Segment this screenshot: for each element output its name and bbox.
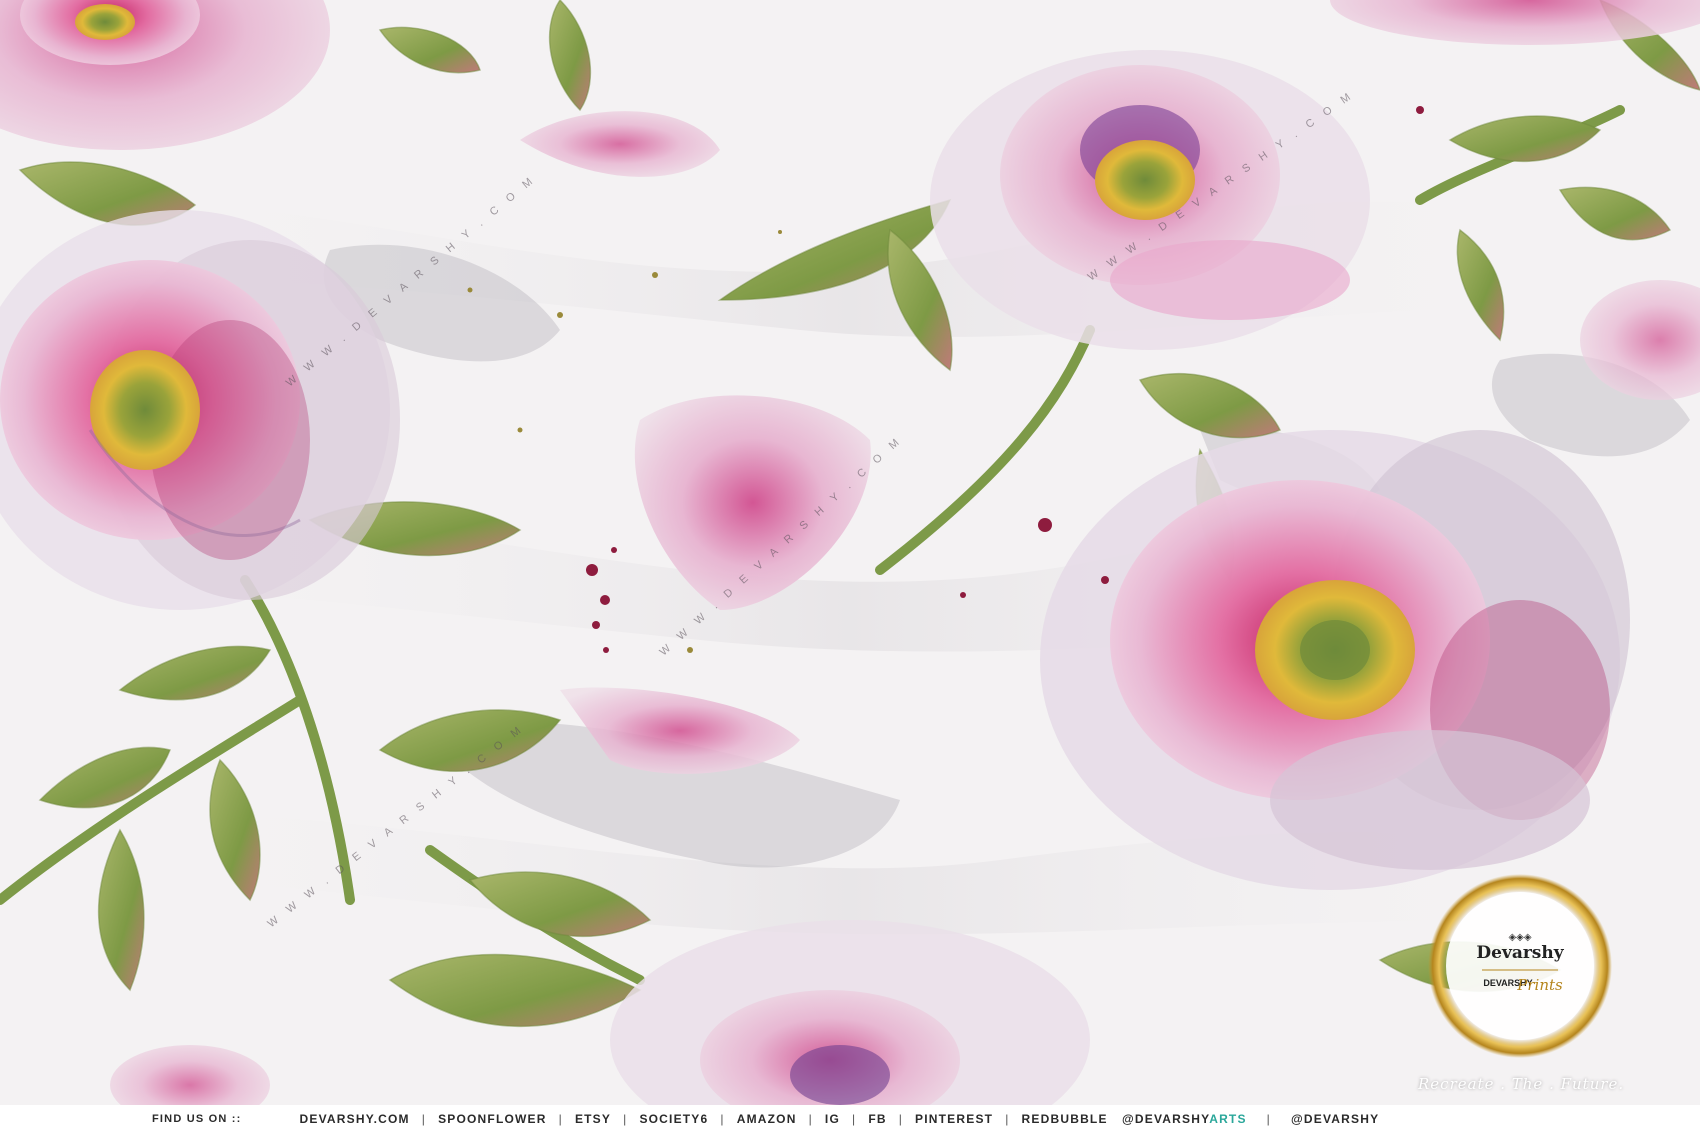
separator: | [851,1112,857,1126]
handle-main: @DEVARSHY [1122,1112,1210,1126]
logo-tagline: Recreate . The . Future. [1418,1075,1625,1093]
separator: | [623,1112,628,1126]
separator: | [808,1112,813,1126]
link-devarshy-com[interactable]: DEVARSHY.COM [300,1112,410,1126]
logo-brand: Devarshy [1476,943,1564,963]
link-ig[interactable]: IG [825,1112,840,1126]
handle-accent: ARTS [1209,1112,1247,1126]
social-handles: @DEVARSHYARTS | @DEVARSHY [1122,1112,1379,1126]
separator: | [1005,1112,1010,1126]
logo-script: Prints [1516,976,1563,994]
svg-text:◈◈◈: ◈◈◈ [1508,932,1531,943]
link-spoonflower[interactable]: SPOONFLOWER [438,1112,547,1126]
separator: | [898,1112,904,1126]
devarshy-logo: ◈◈◈ Devarshy DEVARSHY Prints [1432,878,1608,1054]
link-amazon[interactable]: AMAZON [737,1112,797,1126]
link-fb[interactable]: FB [868,1112,886,1126]
separator: | [720,1112,725,1126]
link-etsy[interactable]: ETSY [575,1112,611,1126]
link-redbubble[interactable]: REDBUBBLE [1022,1112,1108,1126]
handle-devarshyarts[interactable]: @DEVARSHYARTS [1122,1112,1247,1126]
find-us-label: FIND US ON :: [152,1113,242,1125]
link-society6[interactable]: SOCIETY6 [639,1112,708,1126]
separator: | [421,1112,427,1126]
link-pinterest[interactable]: PINTEREST [915,1112,993,1126]
handle-devarshy[interactable]: @DEVARSHY [1291,1112,1379,1126]
fabric-print-mockup: W W W . D E V A R S H Y . C O M W W W . … [0,0,1700,1133]
separator: | [558,1112,563,1126]
separator: | [1266,1112,1271,1126]
footer-bar: FIND US ON :: DEVARSHY.COM | SPOONFLOWER… [0,1105,1700,1133]
